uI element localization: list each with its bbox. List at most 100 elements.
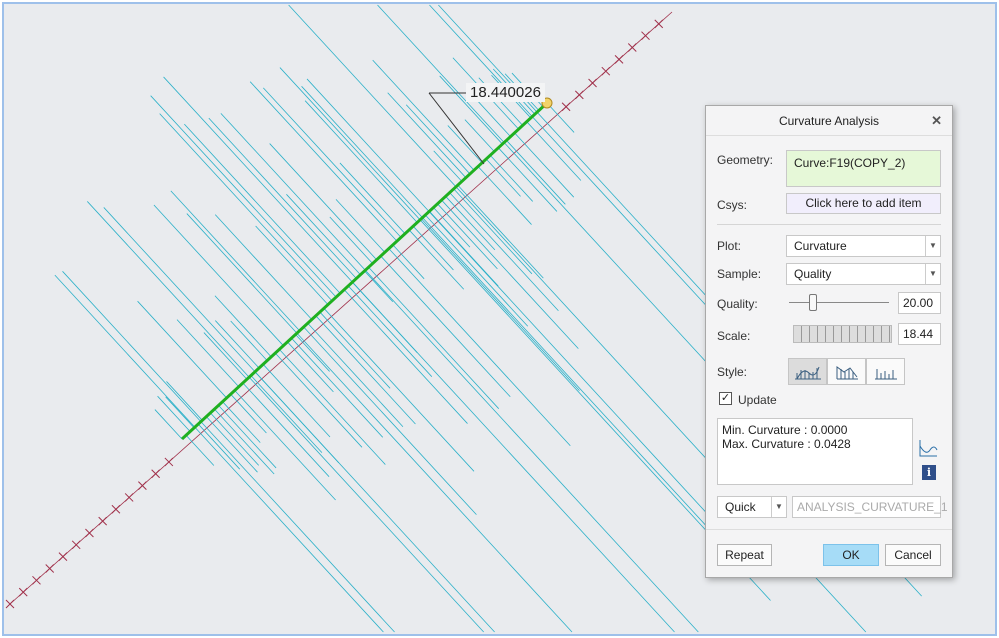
comb-line [433, 207, 471, 248]
comb-line [62, 271, 395, 633]
quality-label: Quality: [717, 297, 758, 311]
comb-line [186, 213, 573, 633]
comb-line [185, 434, 215, 466]
comb-line [210, 412, 260, 466]
info-icon[interactable]: i [922, 465, 936, 480]
comb-line [249, 81, 398, 242]
update-label: Update [738, 393, 777, 407]
sample-dropdown[interactable]: Quality ▼ [786, 263, 941, 285]
comb-line [165, 396, 195, 429]
quality-slider[interactable] [789, 294, 889, 311]
plot-dropdown[interactable]: Curvature ▼ [786, 235, 941, 257]
comb-line [392, 244, 425, 280]
quality-slider-thumb[interactable] [809, 294, 817, 311]
scale-thumbwheel[interactable] [793, 325, 892, 343]
comb-line [218, 405, 277, 469]
analysis-name-input[interactable]: ANALYSIS_CURVATURE_1 [792, 496, 948, 518]
min-curvature: Min. Curvature : 0.0000 [722, 423, 848, 437]
style-comb-button[interactable] [788, 358, 827, 385]
geometry-label: Geometry: [717, 153, 774, 167]
csys-collector[interactable]: Click here to add item [786, 193, 941, 214]
dimension-leader [428, 92, 485, 165]
comb-line [250, 375, 323, 453]
comb-line [163, 76, 675, 633]
quality-input[interactable]: 20.00 [898, 292, 941, 314]
update-checkbox[interactable]: ✓ [719, 392, 732, 405]
save-mode-value: Quick [725, 500, 756, 514]
comb-line [387, 92, 467, 178]
comb-line [303, 326, 477, 515]
style-spline-button[interactable] [827, 358, 866, 385]
max-curvature: Max. Curvature : 0.0428 [722, 437, 851, 451]
cancel-button[interactable]: Cancel [885, 544, 941, 566]
comb-line [279, 349, 386, 465]
comb-line [208, 117, 357, 279]
plot-value: Curvature [794, 239, 847, 253]
divider [717, 224, 941, 225]
scale-label: Scale: [717, 329, 751, 343]
comb-line [255, 225, 329, 305]
comb-line [287, 341, 334, 393]
curvature-analysis-dialog: Curvature Analysis ✕ Geometry: Curve:F19… [705, 105, 953, 578]
comb-line [214, 214, 313, 320]
comb-line [420, 218, 580, 391]
chevron-down-icon: ▼ [925, 236, 940, 256]
comb-line [441, 199, 579, 349]
scale-input[interactable]: 18.44 [898, 323, 941, 345]
dialog-title: Curvature Analysis [706, 106, 952, 136]
comb-line [368, 266, 500, 409]
comb-line [176, 319, 240, 388]
chevron-down-icon: ▼ [925, 264, 940, 284]
repeat-button[interactable]: Repeat [717, 544, 772, 566]
results-box: Min. Curvature : 0.0000 Max. Curvature :… [717, 418, 913, 485]
bar-style-icon [875, 369, 897, 380]
comb-line [222, 401, 261, 443]
comb-line [464, 119, 495, 152]
sample-label: Sample: [717, 267, 762, 281]
comb-line [437, 203, 498, 270]
comb-line [262, 364, 331, 438]
save-mode-dropdown[interactable]: Quick ▼ [717, 496, 787, 518]
graph-icon[interactable] [918, 438, 938, 458]
comb-line [433, 150, 463, 182]
comb-line [453, 188, 533, 275]
close-icon[interactable]: ✕ [931, 113, 942, 129]
comb-line [380, 255, 511, 398]
ok-button[interactable]: OK [823, 544, 879, 566]
comb-line [170, 190, 300, 332]
style-bar-button[interactable] [866, 358, 905, 385]
comb-line [447, 125, 483, 164]
comb-line [166, 381, 203, 421]
scale-dimension-label[interactable]: 18.440026 [466, 83, 545, 102]
comb-line [150, 95, 337, 298]
comb-style-icon [795, 366, 821, 380]
comb-line [263, 87, 402, 238]
comb-line [425, 214, 529, 327]
comb-line [408, 229, 465, 290]
curve-line [180, 101, 549, 441]
plot-label: Plot: [717, 239, 742, 253]
comb-line [319, 311, 391, 389]
comb-line [498, 147, 558, 212]
comb-line [429, 210, 499, 287]
comb-line [286, 194, 361, 276]
comb-line [347, 285, 433, 377]
comb-line [291, 337, 384, 438]
csys-label: Csys: [717, 198, 747, 212]
comb-line [485, 158, 521, 197]
comb-line [412, 225, 454, 271]
comb-line [506, 140, 566, 205]
comb-line [301, 86, 725, 547]
comb-line [154, 409, 183, 440]
geometry-collector[interactable]: Curve:F19(COPY_2) [786, 150, 941, 187]
comb-line [214, 408, 275, 475]
comb-line [295, 334, 330, 372]
comb-line [546, 102, 575, 133]
comb-line [307, 322, 404, 427]
comb-line [335, 199, 386, 253]
sample-value: Quality [794, 267, 832, 281]
comb-line [372, 59, 475, 171]
comb-line [214, 295, 272, 358]
comb-line [184, 123, 341, 294]
comb-line [445, 196, 496, 251]
